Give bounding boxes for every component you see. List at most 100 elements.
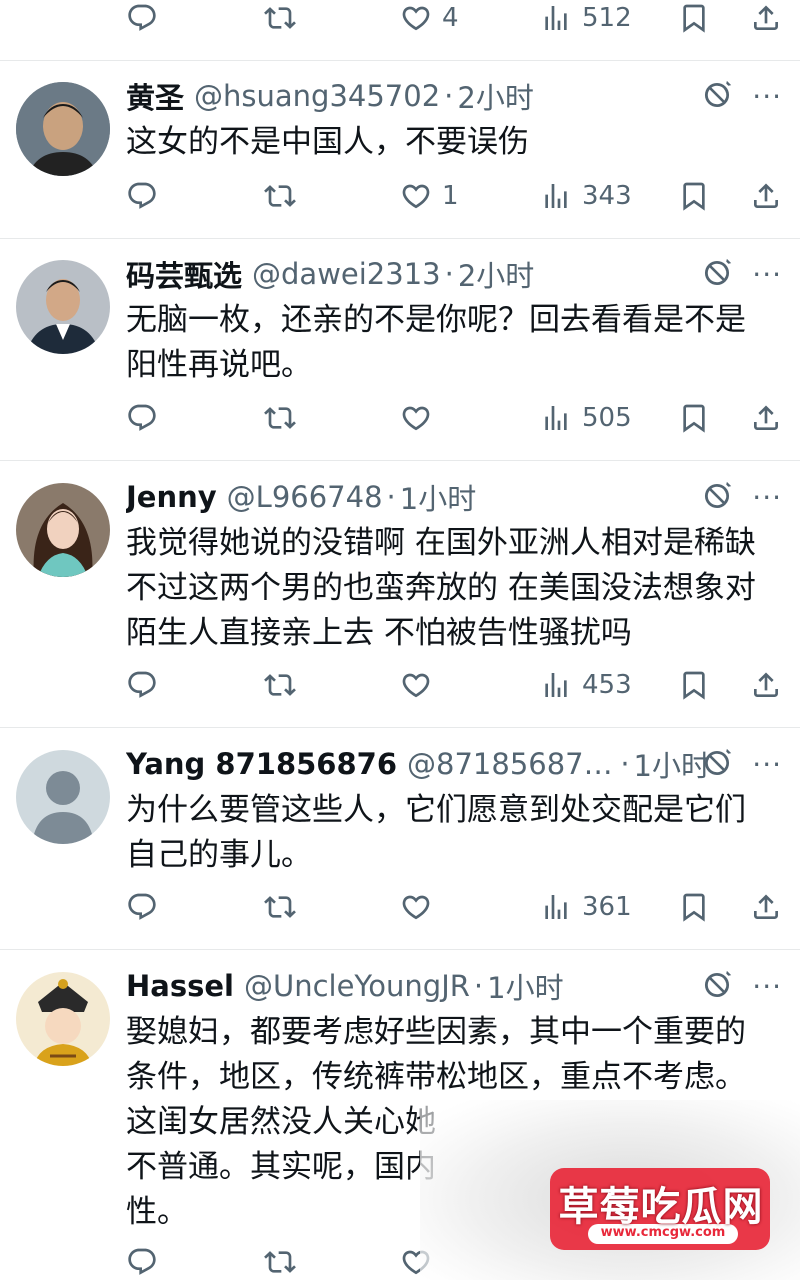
timestamp[interactable]: 2小时 <box>457 76 533 116</box>
views-button[interactable]: 343 <box>540 176 632 216</box>
tweet[interactable]: 黄圣 @hsuang345702 · 2小时 ··· 这女的不是中国人，不要误伤… <box>0 76 800 236</box>
retweet-button[interactable] <box>264 398 296 438</box>
timestamp[interactable]: 1小时 <box>400 477 476 517</box>
display-name[interactable]: 码芸甄选 <box>126 254 242 294</box>
reply-button[interactable] <box>126 887 158 927</box>
watermark-title: 草莓吃瓜网 <box>558 1184 764 1230</box>
like-button[interactable] <box>400 887 432 927</box>
views-button[interactable]: 505 <box>540 398 632 438</box>
bookmark-button[interactable] <box>678 665 710 705</box>
grok-icon[interactable] <box>700 968 734 1002</box>
user-handle[interactable]: @dawei2313 <box>252 257 441 291</box>
share-button[interactable] <box>750 665 782 705</box>
user-handle[interactable]: @hsuang345702 <box>194 79 440 113</box>
divider <box>0 460 800 461</box>
retweet-icon <box>264 669 296 701</box>
avatar[interactable] <box>16 260 110 354</box>
tweet[interactable]: 码芸甄选 @dawei2313 · 2小时 ··· 无脑一枚，还亲的不是你呢？回… <box>0 254 800 459</box>
reply-button[interactable] <box>126 0 158 38</box>
retweet-icon <box>264 1246 296 1278</box>
tweet[interactable]: Yang 871856876 @871856876... · 1小时 ··· 为… <box>0 744 800 949</box>
separator-dot: · <box>620 747 630 781</box>
reply-button[interactable] <box>126 398 158 438</box>
reply-button[interactable] <box>126 1242 158 1282</box>
default-avatar-icon <box>16 750 110 844</box>
avatar-image <box>16 260 110 354</box>
user-handle[interactable]: @871856876... <box>407 747 616 781</box>
reply-icon <box>126 2 158 34</box>
like-count: 1 <box>442 181 459 211</box>
views-icon <box>540 669 572 701</box>
reply-button[interactable] <box>126 665 158 705</box>
retweet-button[interactable] <box>264 176 296 216</box>
retweet-button[interactable] <box>264 887 296 927</box>
more-options-button[interactable]: ··· <box>752 970 782 1003</box>
avatar[interactable] <box>16 483 110 577</box>
more-options-button[interactable]: ··· <box>752 80 782 113</box>
retweet-button[interactable] <box>264 665 296 705</box>
bookmark-icon <box>678 180 710 212</box>
reply-icon <box>126 180 158 212</box>
display-name[interactable]: Hassel <box>126 969 234 1003</box>
tweet-text-line: 无脑一枚，还亲的不是你呢？回去看看是不是 <box>126 302 746 338</box>
bookmark-icon <box>678 669 710 701</box>
retweet-button[interactable] <box>264 0 296 38</box>
grok-icon[interactable] <box>700 78 734 112</box>
retweet-icon <box>264 891 296 923</box>
views-icon <box>540 2 572 34</box>
avatar[interactable] <box>16 972 110 1066</box>
display-name[interactable]: Yang 871856876 <box>126 747 397 781</box>
timestamp[interactable]: 1小时 <box>487 966 563 1006</box>
more-options-button[interactable]: ··· <box>752 748 782 781</box>
share-button[interactable] <box>750 398 782 438</box>
tweet[interactable]: Jenny @L966748 · 1小时 ··· 我觉得她说的没错啊 在国外亚洲… <box>0 477 800 727</box>
share-icon <box>750 180 782 212</box>
share-button[interactable] <box>750 176 782 216</box>
avatar-image <box>16 82 110 176</box>
divider <box>0 60 800 61</box>
tweet-text-line: 娶媳妇，都要考虑好些因素，其中一个重要的 <box>126 1014 746 1050</box>
like-button[interactable]: 1 <box>400 176 459 216</box>
avatar-image <box>16 972 110 1066</box>
like-button[interactable]: 4 <box>400 0 459 38</box>
like-count: 4 <box>442 3 459 33</box>
views-button[interactable]: 361 <box>540 887 632 927</box>
avatar[interactable] <box>16 82 110 176</box>
heart-icon <box>400 402 432 434</box>
display-name[interactable]: Jenny <box>126 480 217 514</box>
avatar[interactable] <box>16 750 110 844</box>
grok-icon[interactable] <box>700 256 734 290</box>
tweet-text: 无脑一枚，还亲的不是你呢？回去看看是不是 阳性再说吧。 <box>126 298 770 388</box>
more-options-button[interactable]: ··· <box>752 258 782 291</box>
share-button[interactable] <box>750 887 782 927</box>
user-handle[interactable]: @L966748 <box>227 480 383 514</box>
grok-icon[interactable] <box>700 479 734 513</box>
retweet-button[interactable] <box>264 1242 296 1282</box>
timestamp[interactable]: 2小时 <box>458 254 534 294</box>
bookmark-button[interactable] <box>678 887 710 927</box>
views-button[interactable]: 453 <box>540 665 632 705</box>
bookmark-button[interactable] <box>678 176 710 216</box>
bookmark-button[interactable] <box>678 0 710 38</box>
reply-button[interactable] <box>126 176 158 216</box>
bookmark-icon <box>678 402 710 434</box>
tweet-text-line: 阳性再说吧。 <box>126 347 312 383</box>
heart-icon <box>400 891 432 923</box>
timestamp[interactable]: 1小时 <box>634 744 710 784</box>
tweet-header: Jenny @L966748 · 1小时 <box>126 477 710 517</box>
views-button[interactable]: 512 <box>540 0 632 38</box>
grok-icon[interactable] <box>700 746 734 780</box>
bookmark-button[interactable] <box>678 398 710 438</box>
user-handle[interactable]: @UncleYoungJR <box>244 969 470 1003</box>
watermark: 草莓吃瓜网 www.cmcgw.com <box>420 1100 800 1280</box>
bookmark-icon <box>678 891 710 923</box>
like-button[interactable] <box>400 665 432 705</box>
share-button[interactable] <box>750 0 782 38</box>
divider <box>0 727 800 728</box>
views-count: 361 <box>582 892 632 922</box>
share-icon <box>750 2 782 34</box>
reply-icon <box>126 1246 158 1278</box>
like-button[interactable] <box>400 398 432 438</box>
display-name[interactable]: 黄圣 <box>126 76 184 116</box>
more-options-button[interactable]: ··· <box>752 481 782 514</box>
